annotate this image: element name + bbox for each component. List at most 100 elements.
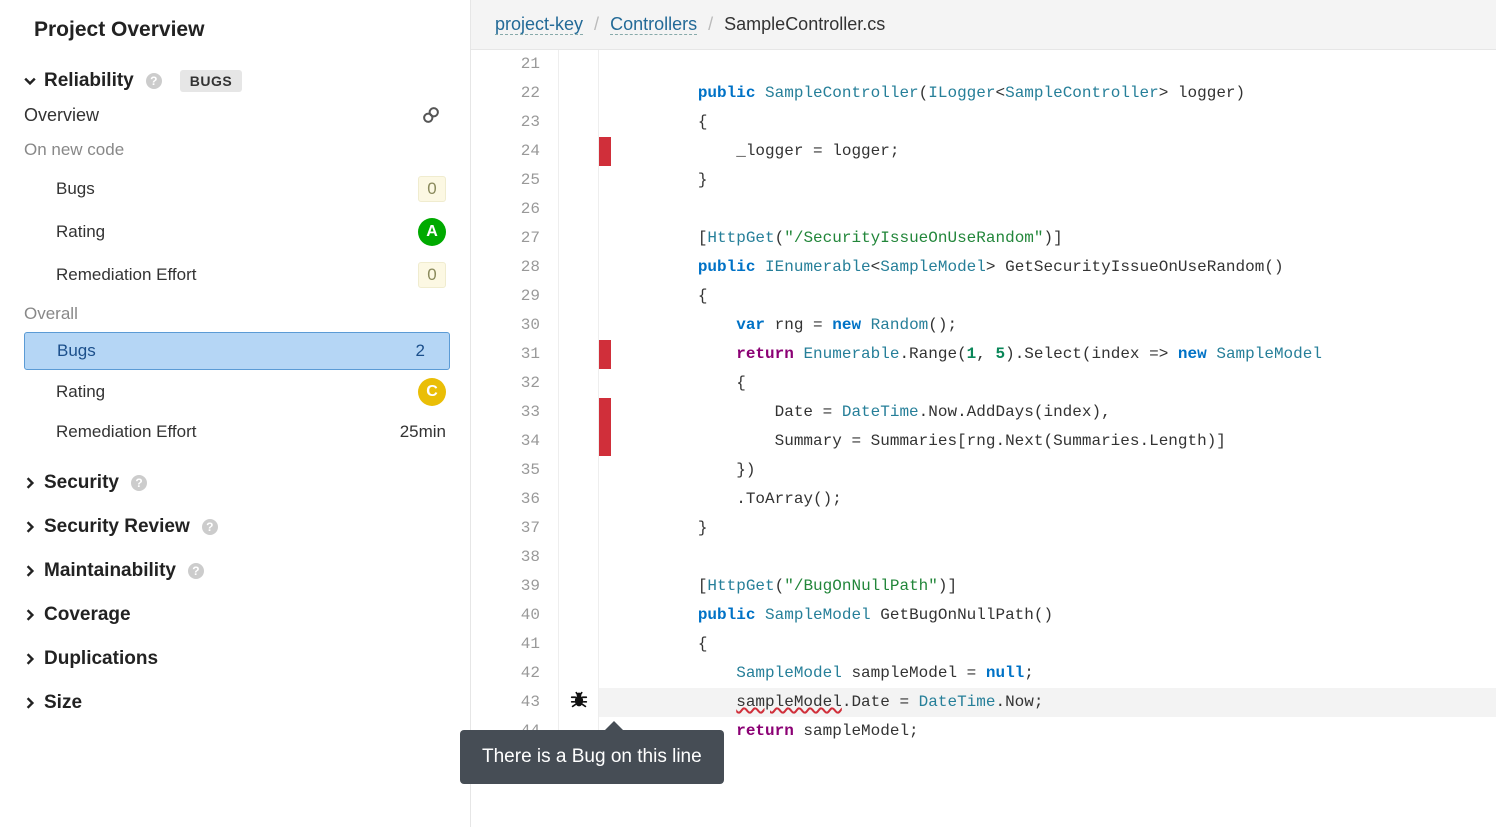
gutter-issue-slot [559,108,599,137]
code-line[interactable]: 22 public SampleController(ILogger<Sampl… [471,79,1496,108]
line-number: 24 [471,137,559,166]
issue-tooltip: There is a Bug on this line [460,730,724,784]
breadcrumb-file: SampleController.cs [724,14,885,34]
gutter-issue-slot [559,137,599,166]
line-number: 33 [471,398,559,427]
overall-row-rating[interactable]: RatingC [24,370,470,414]
newcode-row-remediation-effort[interactable]: Remediation Effort0 [24,254,470,296]
chevron-right-icon [24,609,36,621]
help-icon[interactable]: ? [146,73,162,89]
code-text [611,195,621,224]
line-number: 21 [471,50,559,79]
code-line[interactable]: 26 [471,195,1496,224]
gutter-issue-slot [559,282,599,311]
section-size[interactable]: Size [24,692,470,714]
line-number: 34 [471,427,559,456]
metric-value: 25min [400,422,446,442]
code-line[interactable]: 35 }) [471,456,1496,485]
breadcrumb-project[interactable]: project-key [495,14,583,35]
coverage-marker [599,311,611,340]
line-number: 42 [471,659,559,688]
code-text: var rng = new Random(); [611,311,957,340]
overview-link[interactable]: Overview [24,104,470,126]
line-number: 30 [471,311,559,340]
gutter-issue-slot [559,79,599,108]
code-line[interactable]: 28 public IEnumerable<SampleModel> GetSe… [471,253,1496,282]
section-reliability[interactable]: Reliability ? BUGS [24,70,470,92]
coverage-marker [599,79,611,108]
section-security-review[interactable]: Security Review? [24,516,470,538]
code-line[interactable]: 24 _logger = logger; [471,137,1496,166]
code-line[interactable]: 32 { [471,369,1496,398]
gutter-issue-slot [559,50,599,79]
coverage-marker [599,282,611,311]
line-number: 27 [471,224,559,253]
code-line[interactable]: 21 [471,50,1496,79]
metric-value: A [418,218,446,246]
breadcrumb-folder[interactable]: Controllers [610,14,697,35]
section-title: Coverage [44,604,131,626]
coverage-marker [599,108,611,137]
section-title: Size [44,692,82,714]
code-line[interactable]: 40 public SampleModel GetBugOnNullPath() [471,601,1496,630]
code-text: { [611,630,707,659]
section-title: Maintainability [44,560,176,582]
metric-label: Rating [56,222,105,242]
code-line[interactable]: 23 { [471,108,1496,137]
newcode-row-bugs[interactable]: Bugs0 [24,168,470,210]
gutter-issue-slot[interactable] [559,688,599,717]
metric-value: 0 [418,176,446,202]
bug-icon[interactable] [568,689,590,716]
code-viewer[interactable]: 2122 public SampleController(ILogger<Sam… [471,50,1496,827]
section-duplications[interactable]: Duplications [24,648,470,670]
breadcrumb-separator: / [594,14,599,34]
coverage-marker [599,340,611,369]
coverage-marker [599,224,611,253]
section-title: Security [44,472,119,494]
code-line[interactable]: 33 Date = DateTime.Now.AddDays(index), [471,398,1496,427]
code-text: Date = DateTime.Now.AddDays(index), [611,398,1111,427]
coverage-marker [599,195,611,224]
code-line[interactable]: 39 [HttpGet("/BugOnNullPath")] [471,572,1496,601]
gutter-issue-slot [559,456,599,485]
code-line[interactable]: 43 sampleModel.Date = DateTime.Now; [471,688,1496,717]
section-maintainability[interactable]: Maintainability? [24,560,470,582]
code-line[interactable]: 37 } [471,514,1496,543]
code-text: _logger = logger; [611,137,899,166]
code-line[interactable]: 41 { [471,630,1496,659]
gutter-issue-slot [559,195,599,224]
help-icon[interactable]: ? [188,563,204,579]
code-line[interactable]: 29 { [471,282,1496,311]
section-coverage[interactable]: Coverage [24,604,470,626]
newcode-row-rating[interactable]: Rating A [24,210,470,254]
code-text: { [611,369,746,398]
coverage-marker [599,50,611,79]
code-line[interactable]: 36 .ToArray(); [471,485,1496,514]
section-title: Reliability [44,70,134,92]
line-number: 31 [471,340,559,369]
help-icon[interactable]: ? [131,475,147,491]
line-number: 23 [471,108,559,137]
gutter-issue-slot [559,485,599,514]
code-text: return Enumerable.Range(1, 5).Select(ind… [611,340,1322,369]
code-text: public SampleModel GetBugOnNullPath() [611,601,1053,630]
code-line[interactable]: 38 [471,543,1496,572]
overall-row-bugs[interactable]: Bugs2 [24,332,450,370]
gutter-issue-slot [559,572,599,601]
line-number: 36 [471,485,559,514]
code-text: public SampleController(ILogger<SampleCo… [611,79,1245,108]
code-line[interactable]: 31 return Enumerable.Range(1, 5).Select(… [471,340,1496,369]
code-line[interactable]: 34 Summary = Summaries[rng.Next(Summarie… [471,427,1496,456]
bugs-badge: BUGS [180,70,242,92]
code-text: [HttpGet("/BugOnNullPath")] [611,572,957,601]
gutter-issue-slot [559,514,599,543]
code-line[interactable]: 25 } [471,166,1496,195]
coverage-marker [599,456,611,485]
overall-row-remediation-effort[interactable]: Remediation Effort25min [24,414,470,450]
code-line[interactable]: 30 var rng = new Random(); [471,311,1496,340]
help-icon[interactable]: ? [202,519,218,535]
code-line[interactable]: 27 [HttpGet("/SecurityIssueOnUseRandom")… [471,224,1496,253]
section-security[interactable]: Security? [24,472,470,494]
code-line[interactable]: 42 SampleModel sampleModel = null; [471,659,1496,688]
line-number: 25 [471,166,559,195]
